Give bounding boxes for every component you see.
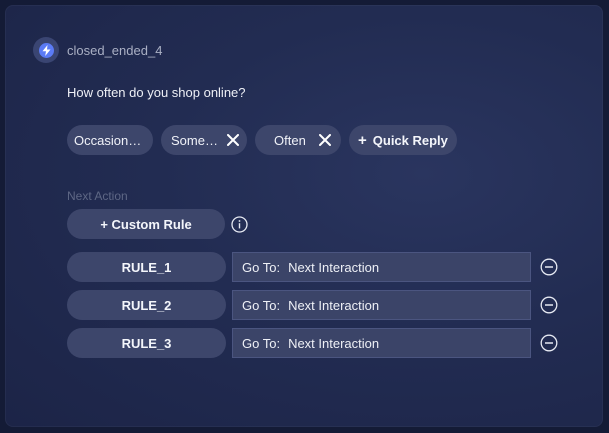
next-action-label: Next Action xyxy=(67,189,128,203)
rule-name-button[interactable]: RULE_1 xyxy=(67,252,226,282)
rule-row: RULE_1 Go To: Next Interaction xyxy=(67,252,558,282)
goto-prefix: Go To: xyxy=(242,335,281,351)
rule-name-button[interactable]: RULE_2 xyxy=(67,290,226,320)
goto-select[interactable]: Go To: Next Interaction xyxy=(232,290,531,320)
node-name: closed_ended_4 xyxy=(67,42,163,58)
goto-select[interactable]: Go To: Next Interaction xyxy=(232,328,531,358)
bolt-icon xyxy=(33,37,59,63)
close-icon[interactable] xyxy=(318,134,331,146)
goto-target: Next Interaction xyxy=(288,297,380,313)
rule-row: RULE_3 Go To: Next Interaction xyxy=(67,328,558,358)
remove-circle-icon[interactable] xyxy=(540,334,558,352)
rule-row: RULE_2 Go To: Next Interaction xyxy=(67,290,558,320)
goto-target: Next Interaction xyxy=(288,259,380,275)
quick-reply-chip[interactable]: Sometimes xyxy=(161,125,247,155)
remove-circle-icon[interactable] xyxy=(540,296,558,314)
quick-reply-chip[interactable]: Often xyxy=(255,125,341,155)
close-icon[interactable] xyxy=(227,134,239,146)
goto-target: Next Interaction xyxy=(288,335,380,351)
interaction-card: closed_ended_4 How often do you shop onl… xyxy=(5,5,603,427)
rule-name-button[interactable]: RULE_3 xyxy=(67,328,226,358)
quick-reply-label: Sometimes xyxy=(171,132,219,148)
remove-circle-icon[interactable] xyxy=(540,258,558,276)
goto-prefix: Go To: xyxy=(242,297,281,313)
add-quick-reply-button[interactable]: + Quick Reply xyxy=(349,125,457,155)
info-icon[interactable] xyxy=(231,216,248,238)
quick-reply-list: Occasionally Sometimes Often + Quick Rep… xyxy=(67,125,457,155)
question-text[interactable]: How often do you shop online? xyxy=(67,85,246,100)
add-quick-reply-label: Quick Reply xyxy=(372,132,448,148)
plus-icon: + xyxy=(358,131,367,149)
node-header: closed_ended_4 xyxy=(33,37,162,63)
custom-rule-button[interactable]: + Custom Rule xyxy=(67,209,225,239)
goto-select[interactable]: Go To: Next Interaction xyxy=(232,252,531,282)
goto-prefix: Go To: xyxy=(242,259,281,275)
quick-reply-label: Occasionally xyxy=(74,132,146,148)
quick-reply-chip[interactable]: Occasionally xyxy=(67,125,153,155)
quick-reply-label: Often xyxy=(274,132,306,148)
